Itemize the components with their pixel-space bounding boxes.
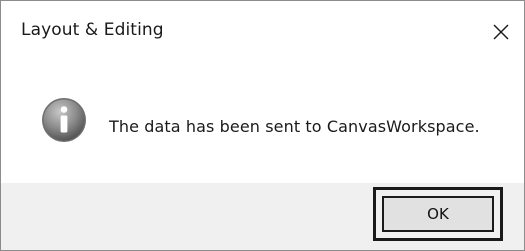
- info-icon: [42, 98, 86, 142]
- message-dialog: Layout & Editing The data has been sent …: [0, 0, 525, 251]
- dialog-message: The data has been sent to CanvasWorkspac…: [109, 117, 480, 136]
- dialog-title: Layout & Editing: [21, 20, 164, 40]
- dialog-content: The data has been sent to CanvasWorkspac…: [1, 63, 524, 183]
- title-bar[interactable]: Layout & Editing: [1, 1, 524, 63]
- close-icon: [493, 24, 509, 40]
- close-button[interactable]: [478, 9, 524, 55]
- ok-button[interactable]: OK: [382, 196, 494, 232]
- ok-button-focus-frame: OK: [373, 187, 503, 241]
